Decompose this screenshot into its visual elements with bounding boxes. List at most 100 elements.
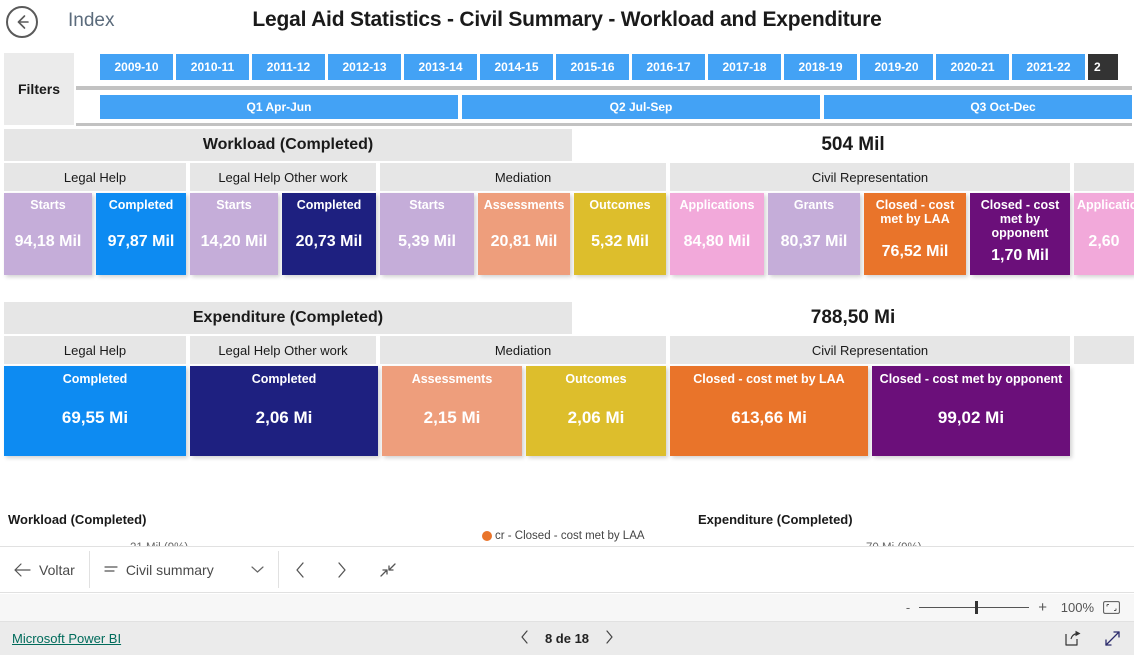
footer-actions [1064, 630, 1122, 647]
expenditure-group-civil-representation: Civil Representation [670, 336, 1070, 364]
next-page-button[interactable] [321, 547, 363, 592]
expenditure-tile[interactable]: Outcomes 2,06 Mi [526, 366, 666, 456]
quarter-slicer-item-1[interactable]: Q1 Apr-Jun [100, 95, 458, 119]
expenditure-tile[interactable]: Assessments 2,15 Mi [382, 366, 522, 456]
collapse-arrows-icon [380, 562, 396, 577]
slicer-divider [76, 86, 1132, 90]
report-footer: Microsoft Power BI 8 de 18 [0, 622, 1134, 655]
fit-to-page-icon[interactable] [1103, 601, 1120, 614]
tile-label: Completed [251, 372, 317, 386]
workload-group-blank [1074, 163, 1134, 191]
expenditure-header-row: Expenditure (Completed) 788,50 Mi [0, 302, 1134, 334]
workload-tile[interactable]: Applications 2,60 [1074, 193, 1134, 275]
tile-value: 76,52 Mil [881, 243, 949, 260]
expenditure-tile[interactable]: Completed 2,06 Mi [190, 366, 378, 456]
workload-tile[interactable]: Starts 14,20 Mil [190, 193, 278, 275]
tile-value: 97,87 Mil [107, 233, 175, 250]
workload-tile[interactable]: Completed 97,87 Mil [96, 193, 186, 275]
tile-label: Closed - cost met by opponent [879, 372, 1063, 386]
expenditure-tile[interactable]: Closed - cost met by opponent 99,02 Mi [872, 366, 1070, 456]
fit-to-page-glyph [1103, 601, 1120, 614]
year-slicer-item-2021-22[interactable]: 2021-22 [1012, 54, 1085, 80]
quarter-slicer[interactable]: Q1 Apr-Jun Q2 Jul-Sep Q3 Oct-Dec [100, 95, 1132, 119]
year-slicer-item-2010-11[interactable]: 2010-11 [176, 54, 249, 80]
year-slicer-item-2020-21[interactable]: 2020-21 [936, 54, 1009, 80]
page-selector[interactable]: Civil summary [90, 547, 278, 592]
expenditure-title: Expenditure (Completed) [4, 302, 572, 334]
workload-tile[interactable]: Closed - cost met by opponent 1,70 Mil [970, 193, 1070, 275]
workload-tile[interactable]: Grants 80,37 Mil [768, 193, 860, 275]
fullscreen-glyph [1105, 631, 1120, 646]
share-glyph [1065, 630, 1081, 646]
zoom-slider[interactable] [919, 601, 1030, 614]
year-slicer-item-2015-16[interactable]: 2015-16 [556, 54, 629, 80]
year-slicer-item-2012-13[interactable]: 2012-13 [328, 54, 401, 80]
workload-tile[interactable]: Assessments 20,81 Mil [478, 193, 570, 275]
year-slicer-item-2014-15[interactable]: 2014-15 [480, 54, 553, 80]
filters-panel[interactable]: Filters [4, 53, 74, 125]
quarter-slicer-item-3[interactable]: Q3 Oct-Dec [824, 95, 1132, 119]
footer-pager: 8 de 18 [0, 630, 1134, 647]
expenditure-tile[interactable]: Closed - cost met by LAA 613,66 Mi [670, 366, 868, 456]
footer-next-page-button[interactable] [605, 630, 614, 647]
collapse-button[interactable] [363, 547, 413, 592]
expenditure-matrix: Expenditure (Completed) 788,50 Mi Legal … [0, 302, 1134, 456]
tile-value: 94,18 Mil [14, 233, 82, 250]
year-slicer-item-2016-17[interactable]: 2016-17 [632, 54, 705, 80]
tile-label: Starts [409, 198, 445, 212]
workload-chart-title: Workload (Completed) [8, 512, 147, 527]
tile-value: 2,06 Mi [255, 408, 313, 427]
tile-label: Starts [30, 198, 66, 212]
year-slicer[interactable]: 2009-10 2010-11 2011-12 2012-13 2013-14 2014-… [100, 54, 1132, 80]
year-slicer-item-2[interactable]: 2 [1088, 54, 1118, 80]
page-title: Legal Aid Statistics - Civil Summary - W… [252, 8, 882, 31]
tile-value: 5,39 Mil [398, 233, 456, 250]
workload-tile[interactable]: Starts 5,39 Mil [380, 193, 474, 275]
expenditure-tiles-row: Completed 69,55 Mi Completed 2,06 Mi Assessm… [0, 366, 1134, 456]
zoom-percent-label: 100% [1060, 600, 1094, 615]
back-button-label: Voltar [39, 561, 75, 578]
tile-value: 69,55 Mi [61, 408, 129, 427]
chevron-down-icon [251, 566, 264, 573]
footer-prev-page-button[interactable] [520, 630, 529, 647]
tile-label: Completed [108, 198, 174, 212]
tile-label: Completed [296, 198, 362, 212]
zoom-slider-thumb[interactable] [975, 601, 979, 614]
year-slicer-item-2009-10[interactable]: 2009-10 [100, 54, 173, 80]
back-button[interactable]: Voltar [0, 547, 89, 592]
workload-tile[interactable]: Closed - cost met by LAA 76,52 Mil [864, 193, 966, 275]
fullscreen-icon[interactable] [1104, 630, 1122, 647]
expenditure-chart-title: Expenditure (Completed) [698, 512, 853, 527]
tile-value: 2,15 Mi [423, 408, 481, 427]
workload-title: Workload (Completed) [4, 129, 572, 161]
share-icon[interactable] [1064, 630, 1082, 647]
zoom-in-button[interactable]: + [1038, 599, 1047, 616]
year-slicer-item-2019-20[interactable]: 2019-20 [860, 54, 933, 80]
prev-page-button[interactable] [279, 547, 321, 592]
report-canvas: Filters 2009-10 2010-11 2011-12 2012-13 2013… [0, 45, 1134, 546]
workload-tile[interactable]: Starts 94,18 Mil [4, 193, 92, 275]
tile-value: 613,66 Mi [731, 408, 807, 427]
zoom-out-button[interactable]: - [906, 600, 910, 615]
quarter-slicer-item-2[interactable]: Q2 Jul-Sep [462, 95, 820, 119]
year-slicer-item-2013-14[interactable]: 2013-14 [404, 54, 477, 80]
chevron-left-icon [296, 561, 304, 578]
year-slicer-item-2011-12[interactable]: 2011-12 [252, 54, 325, 80]
legend-label: cr - Closed - cost met by LAA [495, 530, 645, 542]
slicer-bottom-divider [76, 123, 1132, 126]
expenditure-tile[interactable]: Completed 69,55 Mi [4, 366, 186, 456]
workload-group-row: Legal Help Legal Help Other work Mediation… [0, 163, 1134, 191]
tile-label: Assessments [411, 372, 493, 386]
tile-value: 2,60 [1088, 233, 1120, 250]
tile-value: 5,32 Mil [591, 233, 649, 250]
workload-tile[interactable]: Applications 84,80 Mil [670, 193, 764, 275]
year-slicer-item-2017-18[interactable]: 2017-18 [708, 54, 781, 80]
workload-tile[interactable]: Completed 20,73 Mil [282, 193, 376, 275]
page-indicator: 8 de 18 [544, 631, 590, 646]
workload-group-mediation: Mediation [380, 163, 666, 191]
workload-tile[interactable]: Outcomes 5,32 Mil [574, 193, 666, 275]
year-slicer-item-2018-19[interactable]: 2018-19 [784, 54, 857, 80]
tile-value: 84,80 Mil [683, 233, 751, 250]
legend-item[interactable]: cr - Closed - cost met by LAA [482, 530, 664, 542]
legend-color-dot [482, 531, 492, 541]
